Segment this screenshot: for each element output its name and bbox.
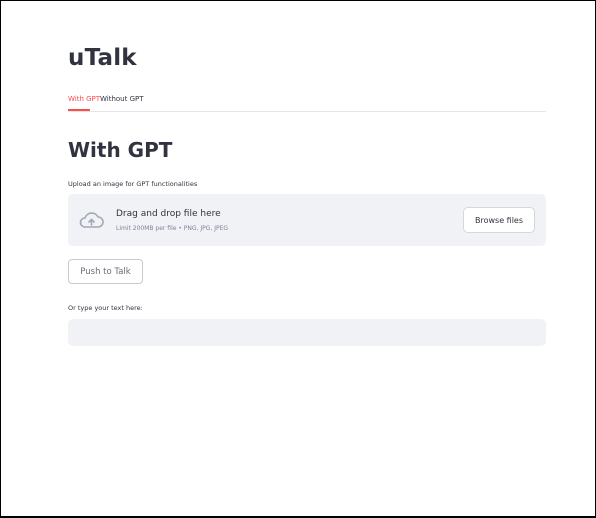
tab-bar: With GPT Without GPT bbox=[68, 94, 546, 112]
text-input-label: Or type your text here: bbox=[68, 304, 143, 312]
tab-without-gpt[interactable]: Without GPT bbox=[100, 94, 144, 104]
app-window: uTalk With GPT Without GPT With GPT Uplo… bbox=[0, 0, 596, 518]
upload-label: Upload an image for GPT functionalities bbox=[68, 180, 198, 188]
push-to-talk-button[interactable]: Push to Talk bbox=[68, 259, 143, 284]
cloud-upload-icon bbox=[78, 209, 104, 231]
browse-files-button[interactable]: Browse files bbox=[463, 207, 535, 233]
file-dropzone[interactable]: Drag and drop file here Limit 200MB per … bbox=[68, 194, 546, 246]
section-title: With GPT bbox=[68, 138, 173, 162]
active-tab-indicator bbox=[68, 109, 90, 111]
tab-with-gpt[interactable]: With GPT bbox=[68, 94, 100, 104]
dropzone-limits: Limit 200MB per file • PNG, JPG, JPEG bbox=[116, 225, 229, 232]
text-input[interactable] bbox=[68, 319, 546, 346]
app-title: uTalk bbox=[68, 45, 137, 71]
dropzone-instructions: Drag and drop file here bbox=[116, 209, 221, 219]
